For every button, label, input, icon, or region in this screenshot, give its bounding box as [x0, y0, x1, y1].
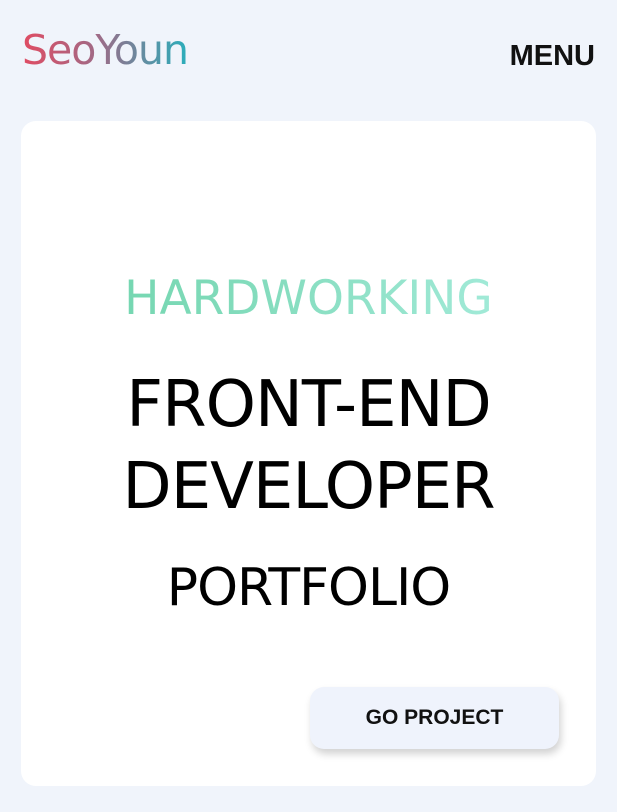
hero-card: HARDWORKING FRONT-END DEVELOPER PORTFOLI… — [21, 121, 596, 786]
hero-tagline-text: HARDWORKING — [124, 271, 493, 326]
site-logo[interactable]: SeoYoun — [22, 24, 189, 76]
go-project-button[interactable]: GO PROJECT — [310, 687, 559, 749]
hero-tagline: HARDWORKING — [21, 269, 596, 329]
hero-title-line2: DEVELOPER — [122, 450, 495, 524]
hero-title: FRONT-END DEVELOPER — [21, 364, 596, 528]
menu-button[interactable]: MENU — [510, 38, 595, 74]
hero-title-line1: FRONT-END — [126, 368, 491, 442]
hero-subtitle: PORTFOLIO — [166, 558, 451, 618]
